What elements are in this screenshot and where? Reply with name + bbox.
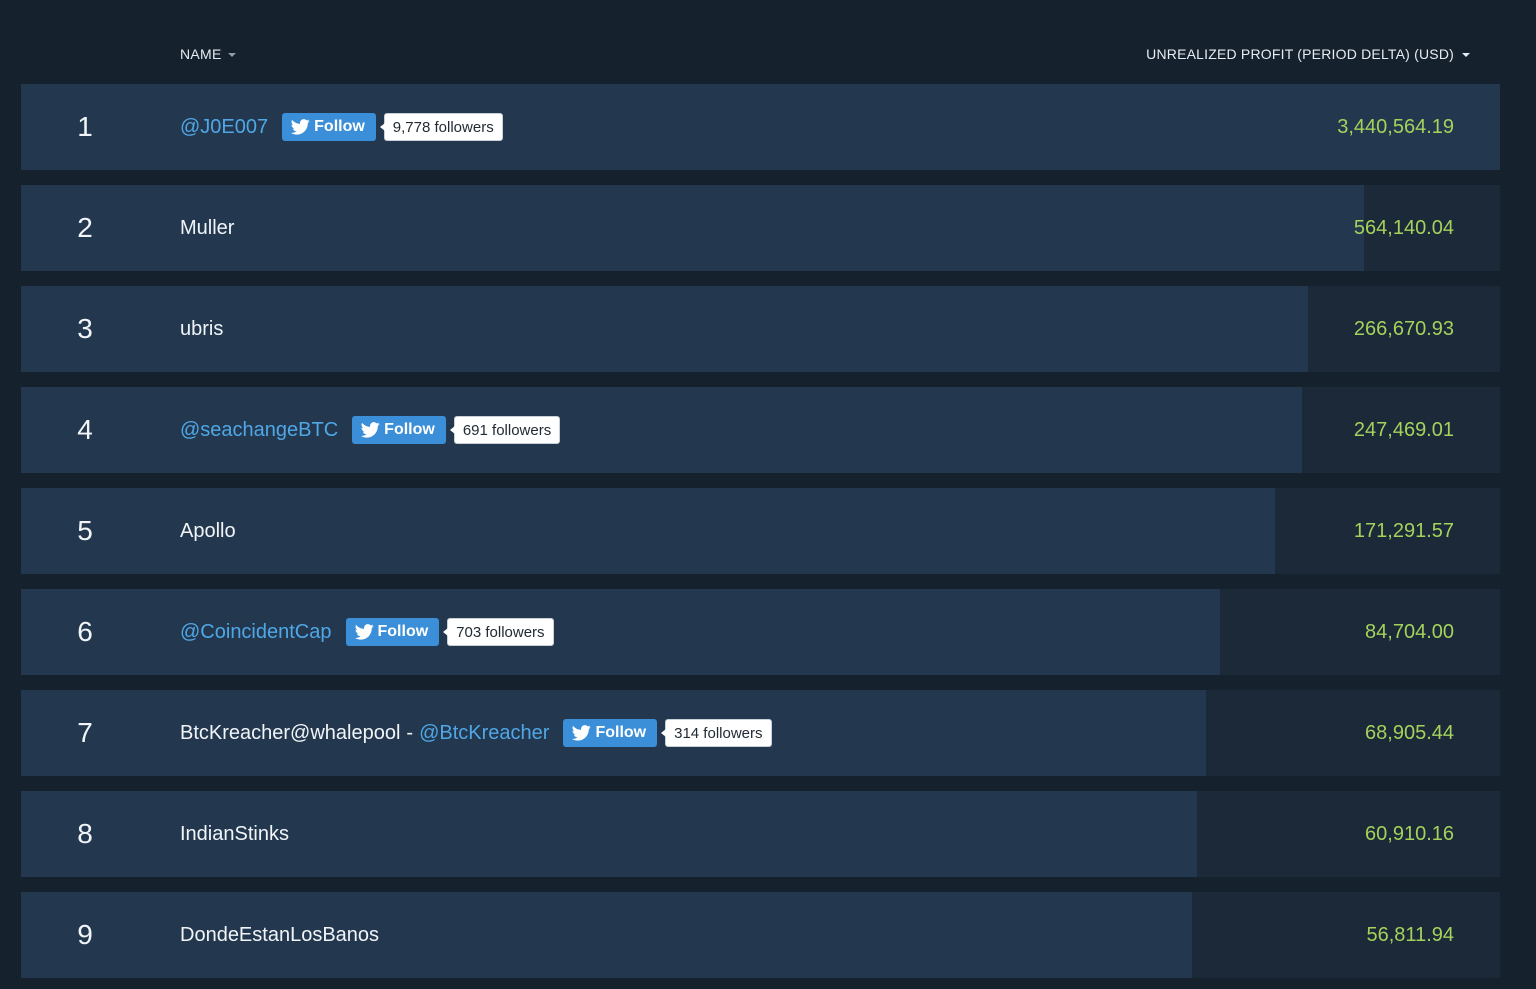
sort-caret-down-icon bbox=[1462, 53, 1470, 58]
profit-value: 60,910.16 bbox=[1365, 823, 1454, 845]
twitter-bird-icon bbox=[361, 422, 380, 438]
follow-label: Follow bbox=[595, 724, 647, 741]
follower-count-badge[interactable]: 691 followers bbox=[449, 416, 561, 444]
follow-label: Follow bbox=[384, 421, 435, 438]
rank-number: 4 bbox=[77, 414, 93, 445]
follow-label: Follow bbox=[377, 623, 429, 640]
twitter-bird-icon bbox=[572, 725, 592, 741]
profit-value: 84,704.00 bbox=[1365, 621, 1454, 643]
leaderboard-table: 1 @J0E007 Follow 9,778 followers 3,440,5… bbox=[21, 84, 1500, 989]
profit-column-label: UNREALIZED PROFIT (PERIOD DELTA) (USD) bbox=[1146, 46, 1454, 62]
rank-number: 5 bbox=[77, 515, 93, 546]
profit-value: 68,905.44 bbox=[1365, 722, 1454, 744]
table-row: 4 @seachangeBTC Follow 691 followers 247… bbox=[21, 387, 1500, 473]
twitter-handle-link[interactable]: @BtcKreacher bbox=[419, 722, 549, 745]
table-header: NAME UNREALIZED PROFIT (PERIOD DELTA) (U… bbox=[0, 0, 1536, 84]
name-column-header[interactable]: NAME bbox=[180, 46, 236, 62]
table-row: 1 @J0E007 Follow 9,778 followers 3,440,5… bbox=[21, 84, 1500, 170]
twitter-follow-button[interactable]: Follow bbox=[282, 113, 376, 141]
table-row: 9 DondeEstanLosBanos 56,811.94 bbox=[21, 892, 1500, 978]
name-cell: BtcKreacher@whalepool - @BtcKreacher Fol… bbox=[180, 690, 772, 776]
twitter-handle-link[interactable]: @J0E007 bbox=[180, 116, 268, 139]
profit-column-header[interactable]: UNREALIZED PROFIT (PERIOD DELTA) (USD) bbox=[1146, 46, 1470, 62]
follow-label: Follow bbox=[314, 118, 365, 135]
table-row: 6 @CoincidentCap Follow 703 followers 84… bbox=[21, 589, 1500, 675]
table-row: 8 IndianStinks 60,910.16 bbox=[21, 791, 1500, 877]
trader-name: ubris bbox=[180, 317, 224, 340]
follower-count-badge[interactable]: 9,778 followers bbox=[379, 113, 503, 141]
leaderboard-page: NAME UNREALIZED PROFIT (PERIOD DELTA) (U… bbox=[0, 0, 1536, 989]
rank-number: 6 bbox=[77, 616, 93, 647]
twitter-bird-icon bbox=[354, 624, 374, 640]
profit-value: 171,291.57 bbox=[1353, 520, 1454, 542]
profit-value: 3,440,564.19 bbox=[1337, 116, 1454, 138]
name-cell: DondeEstanLosBanos bbox=[180, 892, 379, 978]
name-cell: ubris bbox=[180, 286, 223, 372]
twitter-follow-button[interactable]: Follow bbox=[345, 618, 440, 646]
twitter-handle-link[interactable]: @seachangeBTC bbox=[180, 419, 338, 442]
trader-name: DondeEstanLosBanos bbox=[180, 923, 380, 946]
name-column-label: NAME bbox=[180, 46, 222, 62]
name-cell: Apollo bbox=[180, 488, 236, 574]
follower-count-badge[interactable]: 314 followers bbox=[661, 719, 772, 747]
table-row: 5 Apollo 171,291.57 bbox=[21, 488, 1500, 574]
profit-value: 247,469.01 bbox=[1353, 419, 1454, 441]
profit-value: 266,670.93 bbox=[1353, 318, 1454, 340]
rank-number: 8 bbox=[77, 818, 93, 849]
name-cell: @CoincidentCap Follow 703 followers bbox=[180, 589, 554, 675]
sort-caret-icon bbox=[227, 53, 236, 58]
profit-value: 56,811.94 bbox=[1366, 924, 1455, 946]
twitter-follow-button[interactable]: Follow bbox=[352, 416, 446, 444]
rank-number: 3 bbox=[77, 313, 93, 344]
trader-name: IndianStinks bbox=[180, 822, 289, 845]
twitter-handle-link[interactable]: @CoincidentCap bbox=[180, 621, 332, 644]
name-separator: - bbox=[406, 721, 414, 744]
rank-number: 7 bbox=[77, 717, 93, 748]
follower-count-badge[interactable]: 703 followers bbox=[443, 618, 554, 646]
trader-name: BtcKreacher@whalepool bbox=[180, 721, 401, 744]
twitter-follow-button[interactable]: Follow bbox=[563, 719, 658, 747]
rank-number: 9 bbox=[77, 919, 93, 950]
profit-value: 564,140.04 bbox=[1353, 217, 1454, 239]
name-cell: IndianStinks bbox=[180, 791, 289, 877]
name-cell: Muller bbox=[180, 185, 234, 271]
name-cell: @seachangeBTC Follow 691 followers bbox=[180, 387, 561, 473]
rank-number: 2 bbox=[77, 212, 93, 243]
name-cell: @J0E007 Follow 9,778 followers bbox=[180, 84, 503, 170]
trader-name: Muller bbox=[180, 216, 235, 239]
trader-name: Apollo bbox=[180, 519, 236, 542]
twitter-bird-icon bbox=[291, 119, 310, 135]
table-row: 7 BtcKreacher@whalepool - @BtcKreacher F… bbox=[21, 690, 1500, 776]
rank-number: 1 bbox=[77, 111, 93, 142]
table-row: 3 ubris 266,670.93 bbox=[21, 286, 1500, 372]
table-row: 2 Muller 564,140.04 bbox=[21, 185, 1500, 271]
